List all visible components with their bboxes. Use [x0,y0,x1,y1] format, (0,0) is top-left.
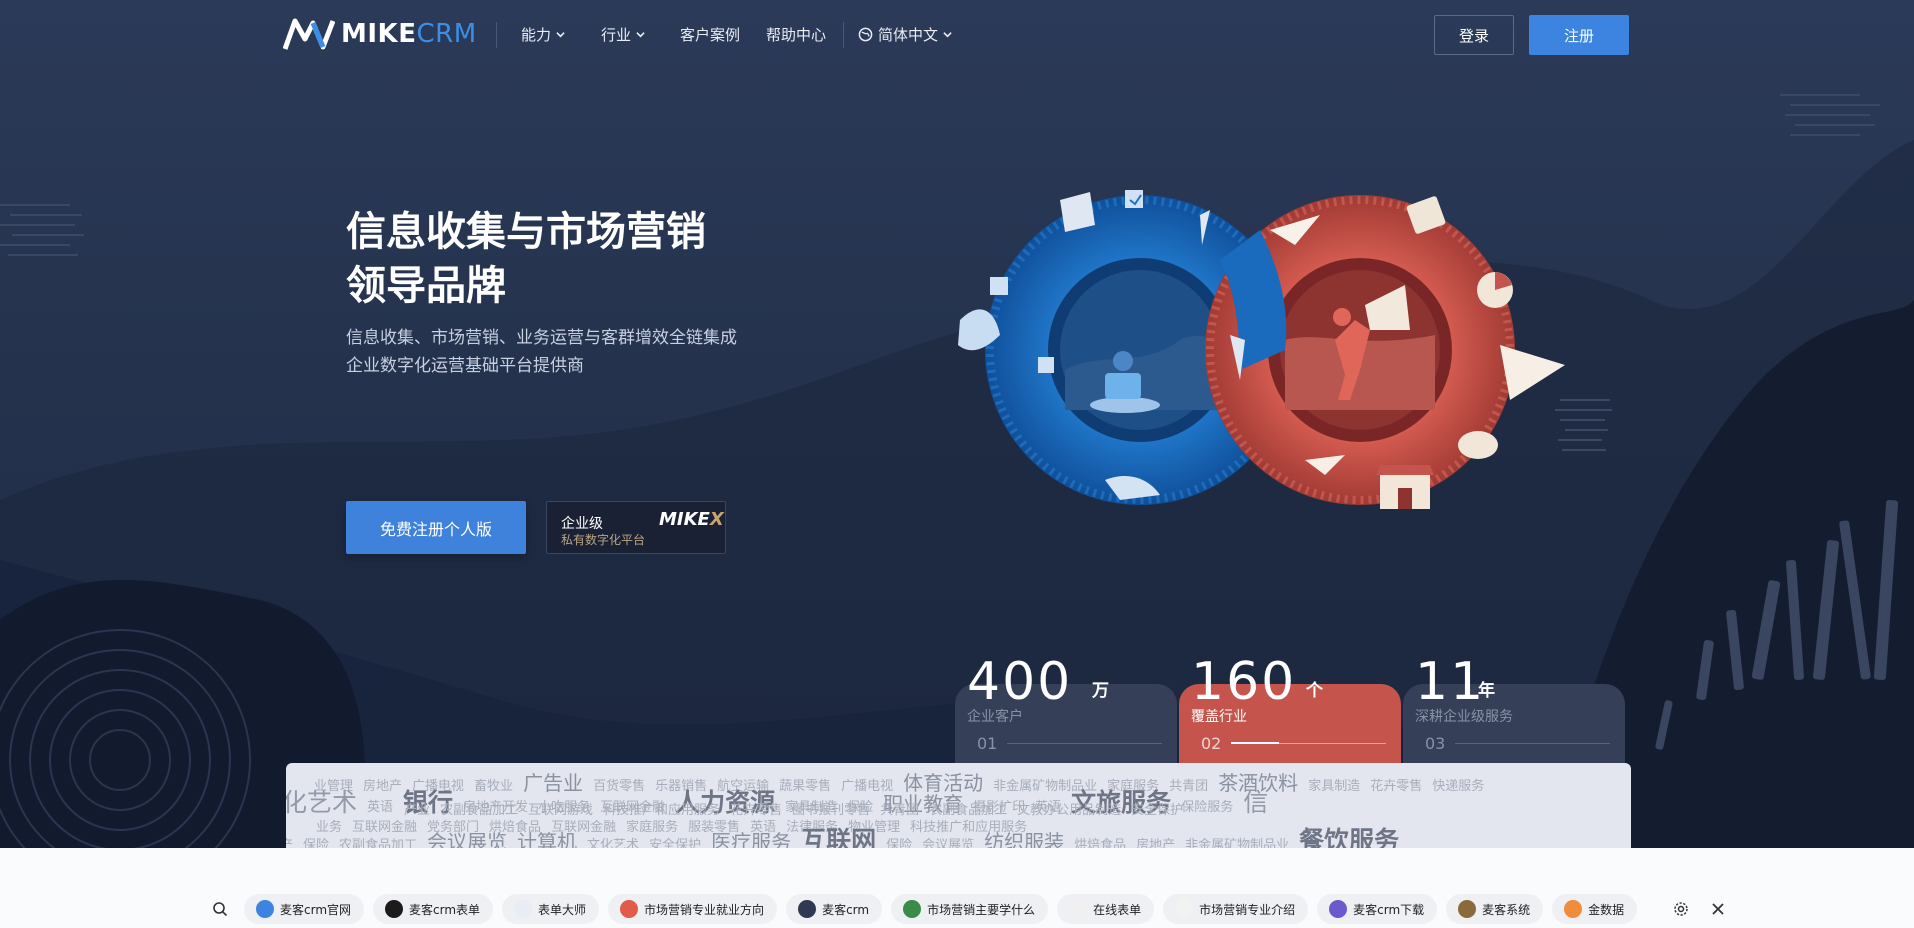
search-suggestion-chip[interactable]: 麦客系统 [1446,894,1544,924]
hero-subtitle: 信息收集、市场营销、业务运营与客群增效全链集成 企业数字化运营基础平台提供商 [346,324,806,380]
logo-text: MIKECRM [341,19,477,49]
site-favicon-icon [1329,900,1348,918]
site-favicon-icon [798,900,817,918]
stat-progress-track [1455,743,1610,744]
site-favicon-icon [256,900,274,918]
mikex-logo: MIKEX [659,509,724,530]
infinity-illustration [958,190,1565,509]
nav-item-industry[interactable]: 行业 [601,24,645,45]
search-suggestion-chip[interactable]: 表单大师 [502,894,600,924]
free-register-button[interactable]: 免费注册个人版 [346,501,526,554]
search-suggestion-chip[interactable]: 麦客crm下载 [1317,894,1438,924]
related-search-chips: 麦客crm官网 麦客crm表单 表单大师 市场营销专业就业方向 麦客crm 市场营销主要学… [205,894,1638,924]
hero-section: MIKECRM 能力 行业 客户案例 帮助中心 简体中文 登录 注册 信息收集与… [0,0,1914,848]
stat-number: 11 [1415,652,1486,712]
chip-label: 麦客系统 [1482,902,1531,917]
stat-progress-track [1007,743,1162,744]
stat-number: 400 [967,652,1073,712]
top-nav: MIKECRM 能力 行业 客户案例 帮助中心 简体中文 登录 注册 [0,0,1914,70]
nav-item-cases[interactable]: 客户案例 [680,24,740,45]
chip-label: 市场营销主要学什么 [927,902,1036,917]
stat-number: 160 [1191,652,1297,712]
industry-word: 信 [1243,788,1269,817]
hero-title-line: 领导品牌 [346,262,506,309]
chevron-down-icon [556,32,565,38]
enterprise-button[interactable]: 企业级 私有数字化平台 MIKEX [546,501,726,554]
language-label: 简体中文 [878,26,939,44]
enterprise-label: 企业级 [561,516,603,532]
search-suggestion-chip[interactable]: 金数据 [1552,894,1638,924]
nav-item-capability[interactable]: 能力 [521,24,565,45]
site-favicon-icon [1564,900,1583,918]
chip-label: 市场营销专业介绍 [1199,902,1296,917]
stat-index: 01 [977,734,998,753]
search-suggestion-chip[interactable]: 麦客crm表单 [373,894,494,924]
search-suggestion-chip[interactable]: 市场营销专业就业方向 [608,894,778,924]
search-suggestion-chip[interactable]: 麦客crm官网 [244,894,365,924]
chevron-down-icon [943,32,952,38]
industry-word: 化艺术 [286,788,358,817]
stat-unit: 年 [1478,681,1495,701]
industry-word: 安全保护 [1131,803,1184,818]
close-icon [1712,903,1724,915]
industry-word: 英语 [367,800,394,815]
site-favicon-icon [1458,900,1477,918]
chip-label: 金数据 [1588,902,1625,917]
chip-label: 麦客crm [822,902,870,917]
nav-item-help[interactable]: 帮助中心 [766,24,826,45]
chip-label: 麦客crm表单 [409,902,481,917]
stat-label: 企业客户 [967,709,1023,725]
hero-title: 信息收集与市场营销 领导品牌 [346,205,806,313]
site-favicon-icon [514,900,533,918]
stat-index: 03 [1425,734,1446,753]
industry-word: 花卉零售 [1370,779,1423,794]
logo-mark-icon [283,18,335,50]
site-favicon-icon [620,900,639,918]
nav-divider [496,22,497,48]
stat-progress-fill [1231,742,1279,744]
nav-item-label: 能力 [521,26,552,44]
industry-word: 快递服务 [1432,779,1485,794]
chip-label: 在线表单 [1093,902,1142,917]
globe-icon [858,27,873,42]
search-icon [213,902,228,917]
hero-subtitle-line: 企业数字化运营基础平台提供商 [346,356,584,376]
chip-label: 市场营销专业就业方向 [644,902,765,917]
close-button[interactable] [1705,896,1731,922]
login-button[interactable]: 登录 [1434,15,1514,55]
stat-index: 02 [1201,734,1222,753]
nav-divider [843,22,844,48]
register-button[interactable]: 注册 [1529,15,1629,55]
chip-label: 表单大师 [538,902,587,917]
nav-item-label: 客户案例 [680,26,741,44]
language-switcher[interactable]: 简体中文 [858,24,952,45]
enterprise-sublabel: 私有数字化平台 [561,533,646,547]
stat-unit: 个 [1306,681,1323,701]
site-favicon-icon [1175,900,1194,918]
settings-button[interactable] [1668,896,1694,922]
site-favicon-icon [385,900,404,918]
hero-subtitle-line: 信息收集、市场营销、业务运营与客群增效全链集成 [346,328,737,348]
nav-item-label: 帮助中心 [766,26,827,44]
stat-label: 深耕企业级服务 [1415,709,1513,725]
industry-word: 家具制造 [1308,779,1361,794]
stat-label: 覆盖行业 [1191,709,1247,725]
search-suggestion-chip[interactable]: 在线表单 [1057,894,1155,924]
gear-icon [1674,902,1688,916]
stat-unit: 万 [1092,681,1109,701]
search-button[interactable] [205,894,235,924]
chip-label: 麦客crm下载 [1353,902,1425,917]
site-favicon-icon [1069,900,1088,918]
nav-item-label: 行业 [601,26,632,44]
chevron-down-icon [636,32,645,38]
search-suggestion-chip[interactable]: 市场营销主要学什么 [891,894,1049,924]
chip-label: 麦客crm官网 [280,902,352,917]
hero-title-line: 信息收集与市场营销 [346,208,706,255]
logo[interactable]: MIKECRM [283,14,477,54]
search-suggestion-chip[interactable]: 市场营销专业介绍 [1163,894,1309,924]
search-suggestion-chip[interactable]: 麦客crm [786,894,883,924]
site-favicon-icon [903,900,922,918]
